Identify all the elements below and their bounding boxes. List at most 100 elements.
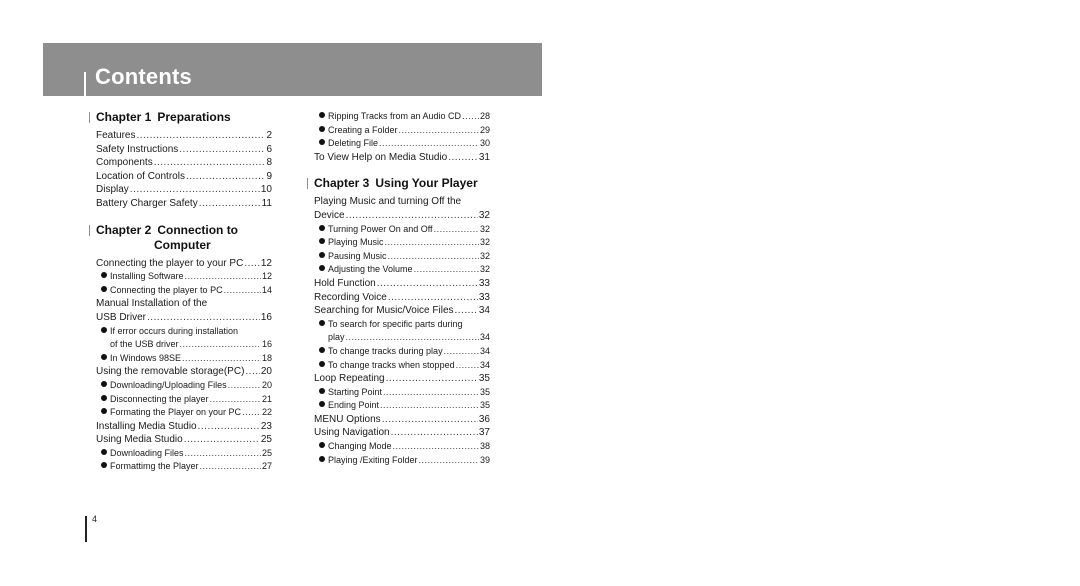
bullet-icon	[101, 272, 107, 279]
dot-leader	[228, 379, 261, 393]
toc-entry[interactable]: To change tracks when stopped 34	[314, 359, 490, 373]
toc-entry-label: To search for specific parts during	[328, 318, 463, 329]
toc-page-number: 9	[266, 170, 272, 182]
dot-leader	[186, 170, 265, 184]
toc-page-number: 28	[479, 111, 490, 121]
bullet-icon	[319, 224, 325, 231]
toc-entry[interactable]: Downloading Files 25	[96, 447, 272, 461]
toc-entry[interactable]: Hold Function 33	[314, 277, 490, 291]
toc-entry-label: Formattimg the Player	[110, 461, 199, 472]
toc-entry[interactable]: Installing Media Studio 23	[96, 420, 272, 434]
dot-leader	[448, 151, 478, 165]
bullet-icon	[319, 251, 325, 258]
toc-entry[interactable]: Manual Installation of the	[96, 297, 272, 311]
toc-entry[interactable]: Ending Point 35	[314, 399, 490, 413]
toc-entry[interactable]: Using Navigation 37	[314, 426, 490, 440]
toc-entry[interactable]: Starting Point 35	[314, 386, 490, 400]
toc-page-number: 10	[260, 184, 272, 196]
toc-page-number: 36	[478, 413, 490, 425]
chapter-heading: Chapter 1 Preparations	[89, 110, 272, 125]
bullet-icon	[319, 238, 325, 245]
dot-leader	[383, 386, 479, 400]
toc-entry-label: Hold Function	[314, 277, 376, 289]
toc-entry[interactable]: Battery Charger Safety 11	[96, 197, 272, 211]
toc-entry[interactable]: Formating the Player on your PC 22	[96, 406, 272, 420]
toc-entry[interactable]: Deleting File 30	[314, 137, 490, 151]
toc-entry-label: To change tracks during play	[328, 345, 443, 356]
toc-entry[interactable]: Connecting the player to PC 14	[96, 284, 272, 298]
toc-entry-label: Downloading Files	[110, 447, 184, 458]
toc-entry-label: In Windows 98SE	[110, 352, 182, 363]
bullet-icon	[319, 139, 325, 146]
dot-leader	[456, 359, 479, 373]
toc-page-number: 38	[479, 441, 490, 452]
chapter-marker-icon	[89, 224, 90, 236]
toc-entry[interactable]: Safety Instructions 6	[96, 143, 272, 157]
bullet-icon	[319, 125, 325, 132]
toc-entry[interactable]: Playing /Exiting Folder 39	[314, 454, 490, 468]
toc-entry-label-cont: Device	[314, 209, 345, 221]
toc-entry[interactable]: Using Media Studio 25	[96, 433, 272, 447]
dot-leader	[388, 250, 479, 264]
toc-entry[interactable]: Ripping Tracks from an Audio CD 28	[314, 110, 490, 124]
toc-entry[interactable]: Creating a Folder 29	[314, 124, 490, 138]
chapter-title-line2: Computer	[154, 237, 211, 252]
toc-entry[interactable]: Pausing Music 32	[314, 250, 490, 264]
chapter-number: Chapter 2	[96, 222, 152, 237]
toc-entry-label: Creating a Folder	[328, 124, 398, 135]
toc-page-number: 29	[479, 124, 490, 135]
toc-entry[interactable]: In Windows 98SE 18	[96, 352, 272, 366]
toc-page-number: 23	[260, 420, 272, 432]
toc-entry[interactable]: Formattimg the Player 27	[96, 460, 272, 474]
toc-entry-label: Using Navigation	[314, 427, 390, 439]
bullet-icon	[101, 408, 107, 415]
toc-entry[interactable]: Adjusting the Volume 32	[314, 263, 490, 277]
toc-entry[interactable]: Turning Power On and Off 32	[314, 223, 490, 237]
toc-entry[interactable]: Loop Repeating 35	[314, 372, 490, 386]
toc-entry[interactable]: Playing Music and turning Off the	[314, 195, 490, 209]
toc-entry[interactable]: Installing Software 12	[96, 270, 272, 284]
toc-entry-label: Starting Point	[328, 386, 383, 397]
toc-entry-label: Searching for Music/Voice Files	[314, 305, 454, 317]
toc-entry-label: If error occurs during installation	[110, 325, 239, 336]
toc-entry-label: Adjusting the Volume	[328, 264, 413, 275]
toc-entry[interactable]: Searching for Music/Voice Files 34	[314, 304, 490, 318]
toc-entry[interactable]: Disconnecting the player 21	[96, 393, 272, 407]
dot-leader	[444, 345, 479, 359]
bullet-icon	[319, 442, 325, 449]
toc-entry[interactable]: Using the removable storage(PC) 20	[96, 365, 272, 379]
toc-entry[interactable]: Changing Mode 38	[314, 440, 490, 454]
toc-entry-label: To View Help on Media Studio	[314, 151, 448, 163]
toc-entry[interactable]: Recording Voice 33	[314, 291, 490, 305]
toc-entry[interactable]: Features 2	[96, 129, 272, 143]
chapter-number: Chapter 1	[96, 110, 152, 124]
dot-leader	[182, 352, 261, 366]
toc-entry-label-cont: play	[328, 332, 345, 343]
toc-entry-label: Deleting File	[328, 138, 379, 149]
toc-entry-continuation[interactable]: play 34	[314, 331, 490, 345]
toc-entry[interactable]: If error occurs during installation	[96, 325, 272, 339]
dot-leader	[199, 197, 261, 211]
toc-entry[interactable]: To change tracks during play 34	[314, 345, 490, 359]
dot-leader	[393, 440, 479, 454]
toc-entry[interactable]: Downloading/Uploading Files 20	[96, 379, 272, 393]
toc-entry[interactable]: To search for specific parts during	[314, 318, 490, 332]
bullet-icon	[319, 455, 325, 462]
dot-leader	[377, 277, 478, 291]
toc-entry-label: Safety Instructions	[96, 143, 179, 155]
toc-entry[interactable]: MENU Options 36	[314, 413, 490, 427]
toc-entry[interactable]: Components 8	[96, 156, 272, 170]
toc-entry[interactable]: Display 10	[96, 183, 272, 197]
toc-page-number: 25	[260, 434, 272, 446]
toc-entry[interactable]: To View Help on Media Studio 31	[314, 151, 490, 165]
chapter-title: Preparations	[157, 110, 231, 124]
toc-entry[interactable]: Connecting the player to your PC 12	[96, 257, 272, 271]
toc-entry-label: Disconnecting the player	[110, 393, 209, 404]
dot-leader	[198, 420, 260, 434]
toc-entry[interactable]: Playing Music 32	[314, 236, 490, 250]
toc-entry-label: Ripping Tracks from an Audio CD	[328, 111, 462, 121]
toc-entry-continuation[interactable]: Device 32	[314, 209, 490, 223]
toc-entry[interactable]: Location of Controls 9	[96, 170, 272, 184]
toc-entry-continuation[interactable]: of the USB driver 16	[96, 338, 272, 352]
toc-entry-continuation[interactable]: USB Driver 16	[96, 311, 272, 325]
